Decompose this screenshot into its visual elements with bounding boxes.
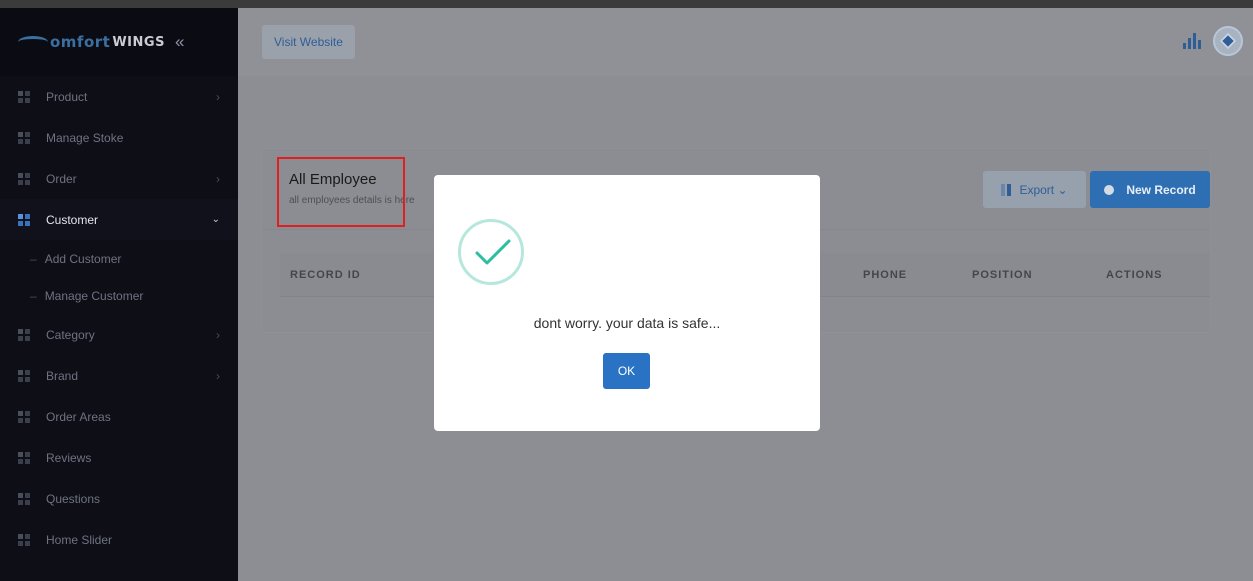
new-record-button[interactable]: New Record — [1090, 171, 1210, 208]
sidebar-item-label: Customer — [46, 212, 99, 227]
visit-website-button[interactable]: Visit Website — [262, 25, 355, 59]
dash-icon: – — [30, 251, 37, 266]
brand-name-part2: WINGS — [112, 34, 165, 50]
sidebar-item-label: Order Areas — [46, 409, 111, 424]
brand-bar: omfort WINGS « — [0, 8, 238, 76]
user-avatar-icon[interactable] — [1213, 26, 1243, 56]
sidebar-subitem-label: Manage Customer — [44, 288, 144, 303]
sidebar-item-label: Manage Stoke — [46, 130, 124, 145]
column-header-phone[interactable]: PHONE — [863, 269, 907, 281]
dialog-message: dont worry. your data is safe... — [533, 315, 721, 331]
column-header-record-id[interactable]: RECORD ID — [290, 269, 361, 281]
grid-icon — [18, 90, 30, 103]
sidebar-item-home-slider[interactable]: Home Slider — [0, 519, 238, 560]
sidebar-item-brand[interactable]: Brand › — [0, 355, 238, 396]
plus-circle-icon — [1104, 184, 1115, 195]
success-check-icon — [458, 219, 524, 285]
chevron-right-icon: › — [216, 89, 220, 104]
column-header-position[interactable]: POSITION — [972, 269, 1033, 281]
sidebar-item-reviews[interactable]: Reviews — [0, 437, 238, 478]
sidebar-item-label: Home Slider — [46, 532, 113, 547]
brand-name-part1: omfort — [50, 33, 111, 51]
sidebar-subitem-label: Add Customer — [44, 251, 122, 266]
sidebar-item-label: Brand — [46, 368, 79, 383]
success-dialog: dont worry. your data is safe... OK — [434, 175, 820, 431]
diamond-icon — [1219, 32, 1237, 50]
sidebar-item-label: Order — [46, 171, 77, 186]
dash-icon: – — [30, 288, 37, 303]
grid-icon — [18, 213, 30, 226]
sidebar-subitem-manage-customer[interactable]: – Manage Customer — [0, 277, 238, 314]
chevron-right-icon: › — [216, 327, 220, 342]
sidebar: omfort WINGS « Product › Manage Stoke Or… — [0, 8, 238, 581]
sidebar-item-label: Category — [46, 327, 95, 342]
grid-icon — [18, 328, 30, 341]
sidebar-item-product[interactable]: Product › — [0, 76, 238, 117]
export-icon — [1001, 183, 1012, 196]
new-record-label: New Record — [1126, 182, 1196, 197]
chevron-right-icon: › — [216, 368, 220, 383]
logo-swoosh-icon — [18, 36, 48, 48]
sidebar-item-order[interactable]: Order › — [0, 158, 238, 199]
sidebar-item-label: Questions — [46, 491, 101, 506]
highlight-box — [277, 157, 405, 227]
chevron-right-icon: › — [216, 171, 220, 186]
sidebar-item-category[interactable]: Category › — [0, 314, 238, 355]
grid-icon — [18, 369, 30, 382]
grid-icon — [18, 131, 30, 144]
sidebar-item-label: Reviews — [46, 450, 92, 465]
sidebar-item-customer[interactable]: Customer ⌄ — [0, 199, 238, 240]
sidebar-subitem-add-customer[interactable]: – Add Customer — [0, 240, 238, 277]
brand-logo[interactable]: omfort WINGS — [18, 33, 165, 51]
grid-icon — [18, 533, 30, 546]
ok-button[interactable]: OK — [603, 353, 650, 389]
sidebar-item-questions[interactable]: Questions — [0, 478, 238, 519]
column-header-actions[interactable]: ACTIONS — [1106, 269, 1163, 281]
window-top-bar — [0, 0, 1253, 8]
grid-icon — [18, 172, 30, 185]
grid-icon — [18, 492, 30, 505]
export-button[interactable]: Export ⌄ — [983, 171, 1086, 208]
grid-icon — [18, 451, 30, 464]
export-label: Export ⌄ — [1019, 182, 1068, 197]
sidebar-item-order-areas[interactable]: Order Areas — [0, 396, 238, 437]
chevron-down-icon: ⌄ — [211, 214, 220, 225]
sidebar-item-manage-stoke[interactable]: Manage Stoke — [0, 117, 238, 158]
top-header: Visit Website — [238, 8, 1253, 76]
bar-chart-icon[interactable] — [1183, 33, 1201, 49]
grid-icon — [18, 410, 30, 423]
collapse-sidebar-icon[interactable]: « — [175, 32, 184, 52]
sidebar-item-label: Product — [46, 89, 88, 104]
